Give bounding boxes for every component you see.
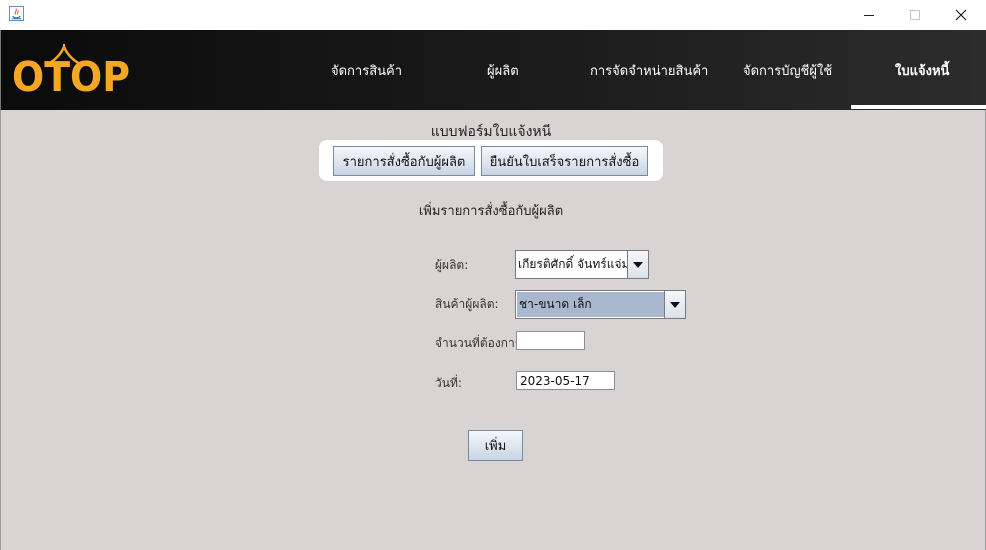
java-app-icon <box>9 6 24 21</box>
maker-select[interactable]: เกียรติศักดิ์ จันทร์แจ่ม <box>515 250 649 279</box>
nav-item-accounts[interactable]: จัดการบัญชีผู้ใช้ <box>743 60 832 81</box>
product-select-value: ชา-ขนาด เล็ก <box>517 292 665 317</box>
nav-item-distribution[interactable]: การจัดจำหน่ายสินค้า <box>590 60 708 81</box>
quantity-label: จำนวนที่ต้องการ: <box>435 336 526 350</box>
maximize-button[interactable] <box>892 0 938 30</box>
title-bar <box>0 0 986 30</box>
maker-dropdown-button[interactable] <box>627 251 648 278</box>
otop-logo: OTOP <box>12 43 130 98</box>
add-button[interactable]: เพิ่ม <box>468 430 523 461</box>
maker-label: ผู้ผลิต: <box>435 258 469 272</box>
close-icon <box>955 9 967 21</box>
maximize-icon <box>910 10 920 20</box>
logo-text: OTOP <box>12 53 130 98</box>
product-select[interactable]: ชา-ขนาด เล็ก <box>515 290 686 319</box>
content-border-left <box>0 110 1 550</box>
section-title: เพิ่มรายการสั่งซื้อกับผู้ผลิต <box>418 204 564 219</box>
nav-item-makers[interactable]: ผู้ผลิต <box>487 60 519 81</box>
minimize-icon <box>864 15 874 16</box>
nav-item-products[interactable]: จัดการสินค้า <box>331 60 402 81</box>
chevron-down-icon <box>633 261 643 268</box>
chevron-down-icon <box>670 301 680 308</box>
quantity-input[interactable] <box>516 331 585 350</box>
product-label: สินค้าผู้ผลิต: <box>435 297 499 311</box>
date-label: วันที่: <box>435 376 462 390</box>
minimize-button[interactable] <box>846 0 892 30</box>
tab-confirm-receipt-button[interactable]: ยืนยันใบเสร็จรายการสั่งซื้อ <box>481 146 648 176</box>
close-button[interactable] <box>938 0 984 30</box>
tab-purchase-orders-button[interactable]: รายการสั่งซื้อกับผู้ผลิต <box>333 146 475 176</box>
date-input[interactable] <box>516 371 615 390</box>
nav-item-invoices[interactable]: ใบแจ้งหนี้ <box>895 60 949 81</box>
product-dropdown-button[interactable] <box>664 291 685 318</box>
active-tab-indicator <box>851 105 986 109</box>
maker-select-value: เกียรติศักดิ์ จันทร์แจ่ม <box>518 257 630 271</box>
